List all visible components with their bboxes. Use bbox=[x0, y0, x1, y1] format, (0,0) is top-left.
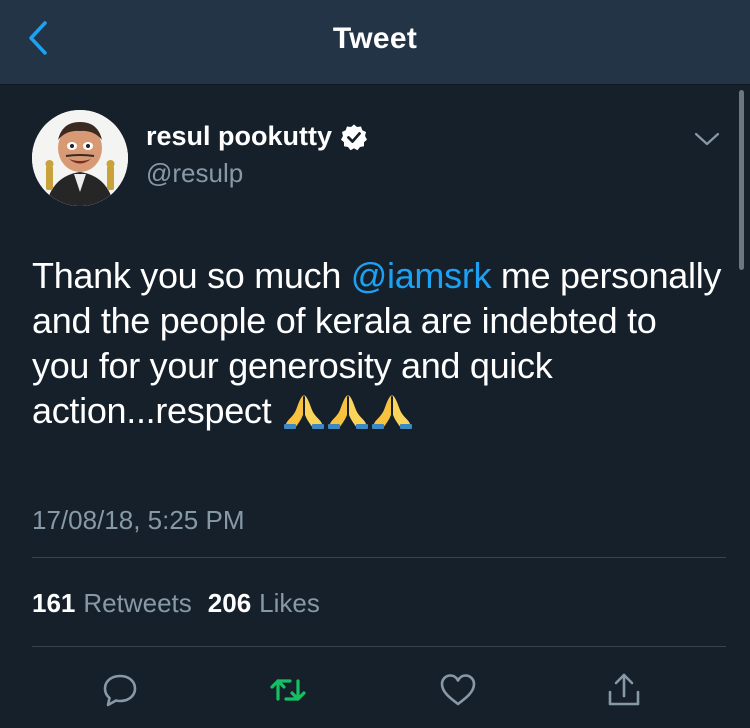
mention-link[interactable]: @iamsrk bbox=[351, 255, 492, 296]
avatar[interactable] bbox=[32, 110, 128, 206]
retweets-stat[interactable]: 161 Retweets bbox=[32, 588, 192, 619]
tweet-options-button[interactable] bbox=[690, 128, 724, 154]
retweet-icon bbox=[268, 670, 308, 715]
chevron-down-icon bbox=[694, 131, 720, 152]
page-title: Tweet bbox=[332, 22, 418, 55]
divider bbox=[32, 557, 726, 558]
retweets-label: Retweets bbox=[83, 588, 192, 618]
share-button[interactable] bbox=[602, 670, 646, 714]
like-icon bbox=[438, 670, 478, 715]
retweets-count: 161 bbox=[32, 588, 76, 618]
verified-badge-icon bbox=[340, 123, 368, 151]
user-handle[interactable]: @resulp bbox=[146, 158, 243, 189]
folded-hands-icon bbox=[327, 393, 369, 429]
action-bar bbox=[0, 662, 750, 718]
likes-label: Likes bbox=[259, 588, 320, 618]
divider bbox=[32, 646, 726, 647]
reply-icon bbox=[100, 670, 140, 715]
tweet-text-start: Thank you so much bbox=[32, 255, 351, 296]
folded-hands-icon bbox=[283, 393, 325, 429]
likes-stat[interactable]: 206 Likes bbox=[208, 588, 320, 619]
scrollbar[interactable] bbox=[739, 90, 744, 270]
likes-count: 206 bbox=[207, 588, 252, 618]
tweet-timestamp: 17/08/18, 5:25 PM bbox=[32, 505, 245, 535]
tweet-text: Thank you so much @iamsrk me personally … bbox=[32, 253, 722, 433]
top-bar: Tweet bbox=[0, 0, 750, 85]
author-name-row[interactable]: resul pookutty bbox=[146, 121, 368, 152]
retweet-button[interactable] bbox=[266, 670, 310, 714]
folded-hands-icon bbox=[371, 393, 413, 429]
engagement-stats: 161 Retweets 206 Likes bbox=[32, 588, 336, 619]
display-name[interactable]: resul pookutty bbox=[146, 121, 332, 152]
like-button[interactable] bbox=[436, 670, 480, 714]
reply-button[interactable] bbox=[98, 670, 142, 714]
share-icon bbox=[604, 670, 644, 715]
